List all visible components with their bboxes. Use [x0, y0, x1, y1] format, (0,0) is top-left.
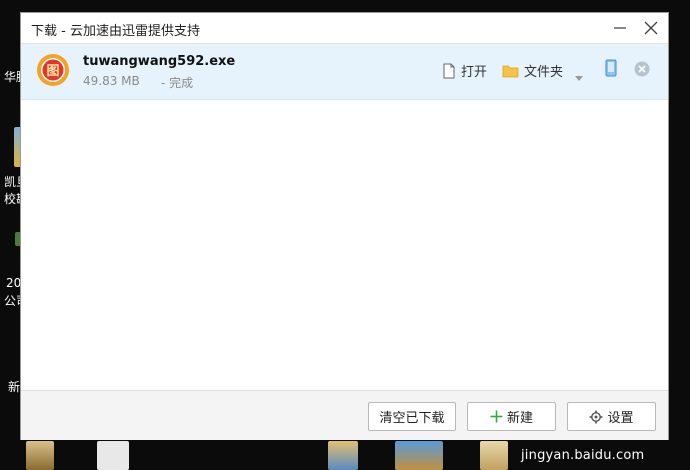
exe-file-icon: 图	[36, 53, 70, 87]
folder-dropdown-chevron-down-icon[interactable]	[575, 66, 583, 85]
download-status: - 完成	[161, 76, 194, 90]
folder-icon	[502, 64, 519, 78]
taskbar-icon-1[interactable]	[26, 441, 54, 470]
taskbar-icon-4[interactable]	[395, 441, 443, 470]
document-icon	[442, 63, 456, 79]
desktop-label-6: 新	[8, 380, 21, 394]
taskbar-icon-3[interactable]	[328, 441, 358, 470]
settings-button[interactable]: 设置	[567, 402, 656, 431]
clear-downloaded-button[interactable]: 清空已下载	[368, 402, 456, 431]
plus-icon	[490, 410, 503, 423]
taskbar-icon-2[interactable]	[97, 441, 129, 470]
minimize-button[interactable]	[609, 18, 631, 38]
new-download-label: 新建	[506, 411, 533, 426]
window-title: 下载 - 云加速由迅雷提供支持	[31, 24, 200, 39]
gear-icon	[589, 410, 603, 424]
minimize-icon	[614, 27, 626, 29]
new-download-button[interactable]: 新建	[467, 402, 556, 431]
footer-bar: 清空已下载 新建 设置	[21, 390, 668, 440]
taskbar-icon-5[interactable]	[480, 441, 508, 470]
remove-item-close-icon[interactable]	[634, 61, 650, 81]
exe-file-icon-glyph: 图	[46, 64, 59, 79]
clear-downloaded-label: 清空已下载	[379, 411, 445, 426]
open-folder-button[interactable]: 文件夹	[502, 61, 563, 80]
settings-label: 设置	[607, 411, 634, 426]
open-file-label: 打开	[461, 65, 488, 80]
file-size: 49.83 MB	[83, 74, 140, 88]
send-to-phone-icon[interactable]	[605, 59, 617, 81]
open-folder-label: 文件夹	[524, 65, 564, 80]
download-item[interactable]: 图 tuwangwang592.exe 49.83 MB - 完成 打开 文件夹	[21, 44, 668, 100]
desktop-label-4: 20	[6, 276, 22, 290]
watermark-text: jingyan.baidu.com	[521, 448, 645, 463]
open-file-button[interactable]: 打开	[442, 61, 487, 80]
download-window: 下载 - 云加速由迅雷提供支持 图 tuwangwang592.exe 49.8…	[20, 12, 669, 440]
close-icon	[644, 21, 658, 35]
close-button[interactable]	[640, 18, 662, 38]
file-name: tuwangwang592.exe	[83, 54, 236, 69]
download-list-area[interactable]	[21, 100, 668, 390]
title-bar[interactable]: 下载 - 云加速由迅雷提供支持	[21, 13, 668, 43]
